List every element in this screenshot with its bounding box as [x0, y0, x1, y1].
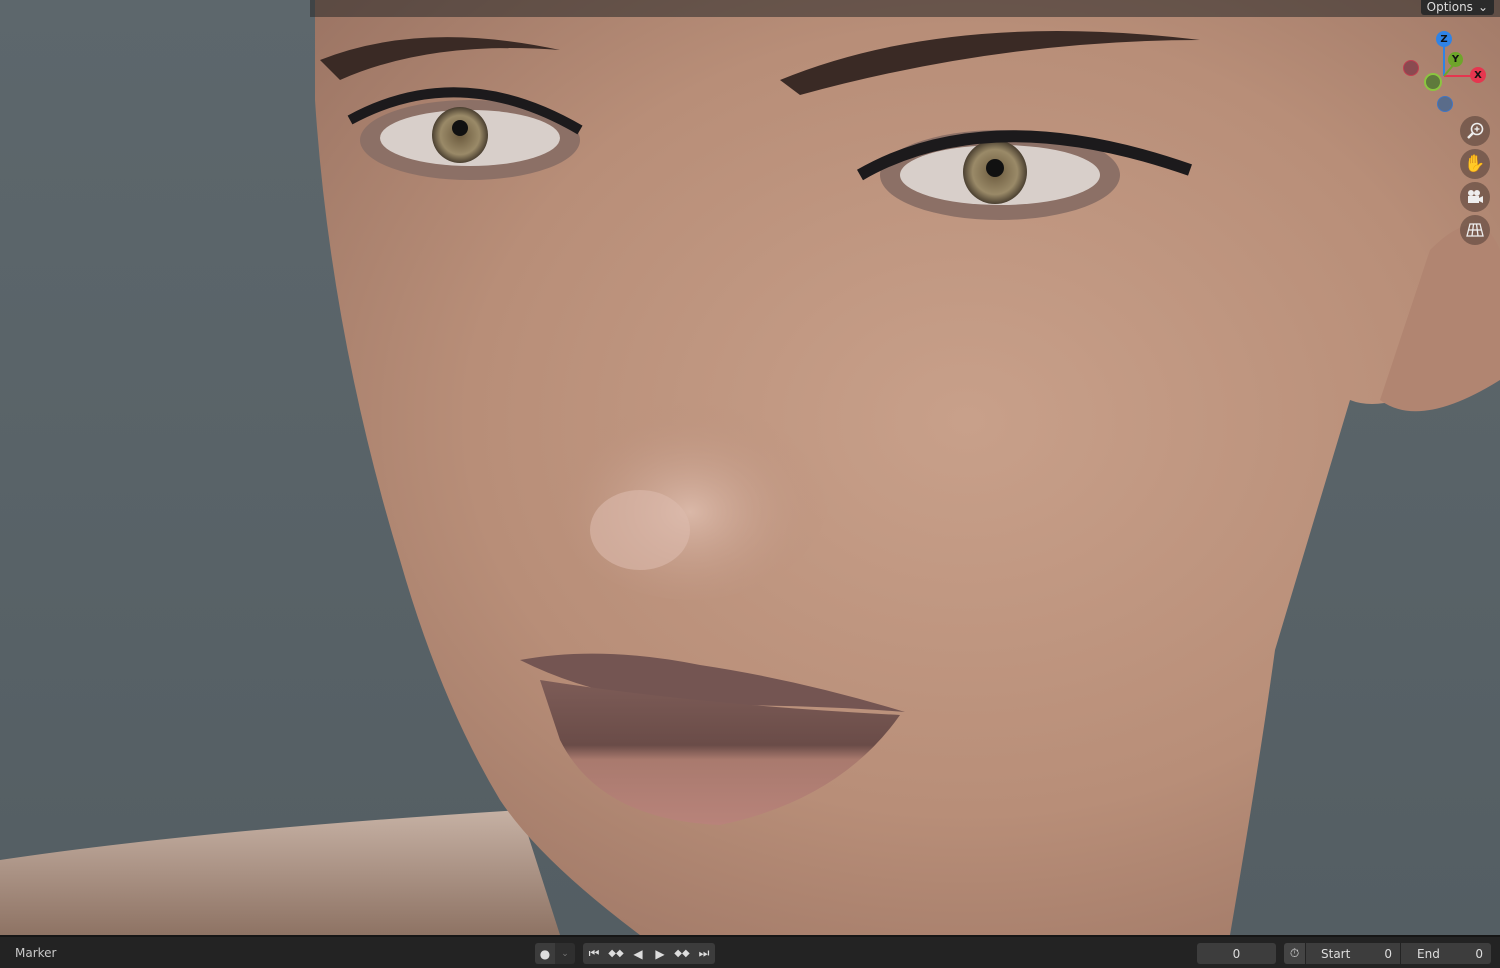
play-reverse-icon: ◀	[633, 946, 643, 961]
chevron-down-icon: ⌄	[561, 948, 569, 959]
play-reverse-button[interactable]: ◀	[627, 943, 649, 964]
viewport-header: Options ⌄	[310, 0, 1500, 17]
prev-keyframe-icon: ◆◆	[608, 948, 624, 959]
gizmo-z-axis[interactable]: Z	[1436, 31, 1452, 47]
timeline-bar: Marker ● ⌄ ⏮ ◆◆ ◀ ▶ ◆◆ ⏭ 0 ⏱ Start 0 End 0	[0, 935, 1500, 968]
jump-to-start-button[interactable]: ⏮	[583, 943, 605, 964]
jump-start-icon: ⏮	[588, 946, 600, 960]
record-dot-icon: ●	[539, 946, 551, 961]
render-scene	[0, 0, 1500, 935]
next-keyframe-icon: ◆◆	[674, 948, 690, 959]
auto-keying-button[interactable]: ●	[535, 943, 555, 964]
zoom-button[interactable]	[1460, 116, 1490, 146]
options-dropdown[interactable]: Options ⌄	[1420, 0, 1494, 15]
zoom-icon	[1467, 122, 1484, 139]
gizmo-neg-z[interactable]	[1437, 96, 1453, 112]
pan-button[interactable]: ✋	[1460, 149, 1490, 179]
camera-icon	[1468, 190, 1483, 203]
jump-to-end-button[interactable]: ⏭	[693, 943, 715, 964]
end-frame-field[interactable]: End 0	[1401, 943, 1491, 964]
play-button[interactable]: ▶	[649, 943, 671, 964]
hand-pan-icon: ✋	[1464, 154, 1486, 174]
preview-range-toggle[interactable]: ⏱	[1284, 943, 1305, 964]
gizmo-x-axis[interactable]: X	[1470, 67, 1486, 83]
grid-perspective-icon	[1466, 223, 1484, 237]
perspective-toggle-button[interactable]	[1460, 215, 1490, 245]
current-frame-field[interactable]: 0	[1197, 943, 1276, 964]
next-keyframe-button[interactable]: ◆◆	[671, 943, 693, 964]
options-label: Options	[1426, 0, 1473, 14]
gizmo-y-axis[interactable]: Y	[1448, 52, 1463, 67]
chevron-down-icon: ⌄	[1477, 0, 1488, 14]
stopwatch-icon: ⏱	[1289, 946, 1300, 960]
marker-menu[interactable]: Marker	[15, 946, 56, 960]
3d-viewport[interactable]: Options ⌄ Z Y X ✋	[0, 0, 1500, 935]
prev-keyframe-button[interactable]: ◆◆	[605, 943, 627, 964]
gizmo-neg-y[interactable]	[1424, 73, 1442, 91]
play-icon: ▶	[655, 946, 665, 961]
camera-view-button[interactable]	[1460, 182, 1490, 212]
jump-end-icon: ⏭	[698, 946, 710, 960]
gizmo-neg-x[interactable]	[1403, 60, 1419, 76]
keying-options-dropdown[interactable]: ⌄	[555, 943, 575, 964]
start-frame-field[interactable]: Start 0	[1306, 943, 1400, 964]
navigation-gizmo[interactable]: Z Y X	[1400, 28, 1495, 118]
